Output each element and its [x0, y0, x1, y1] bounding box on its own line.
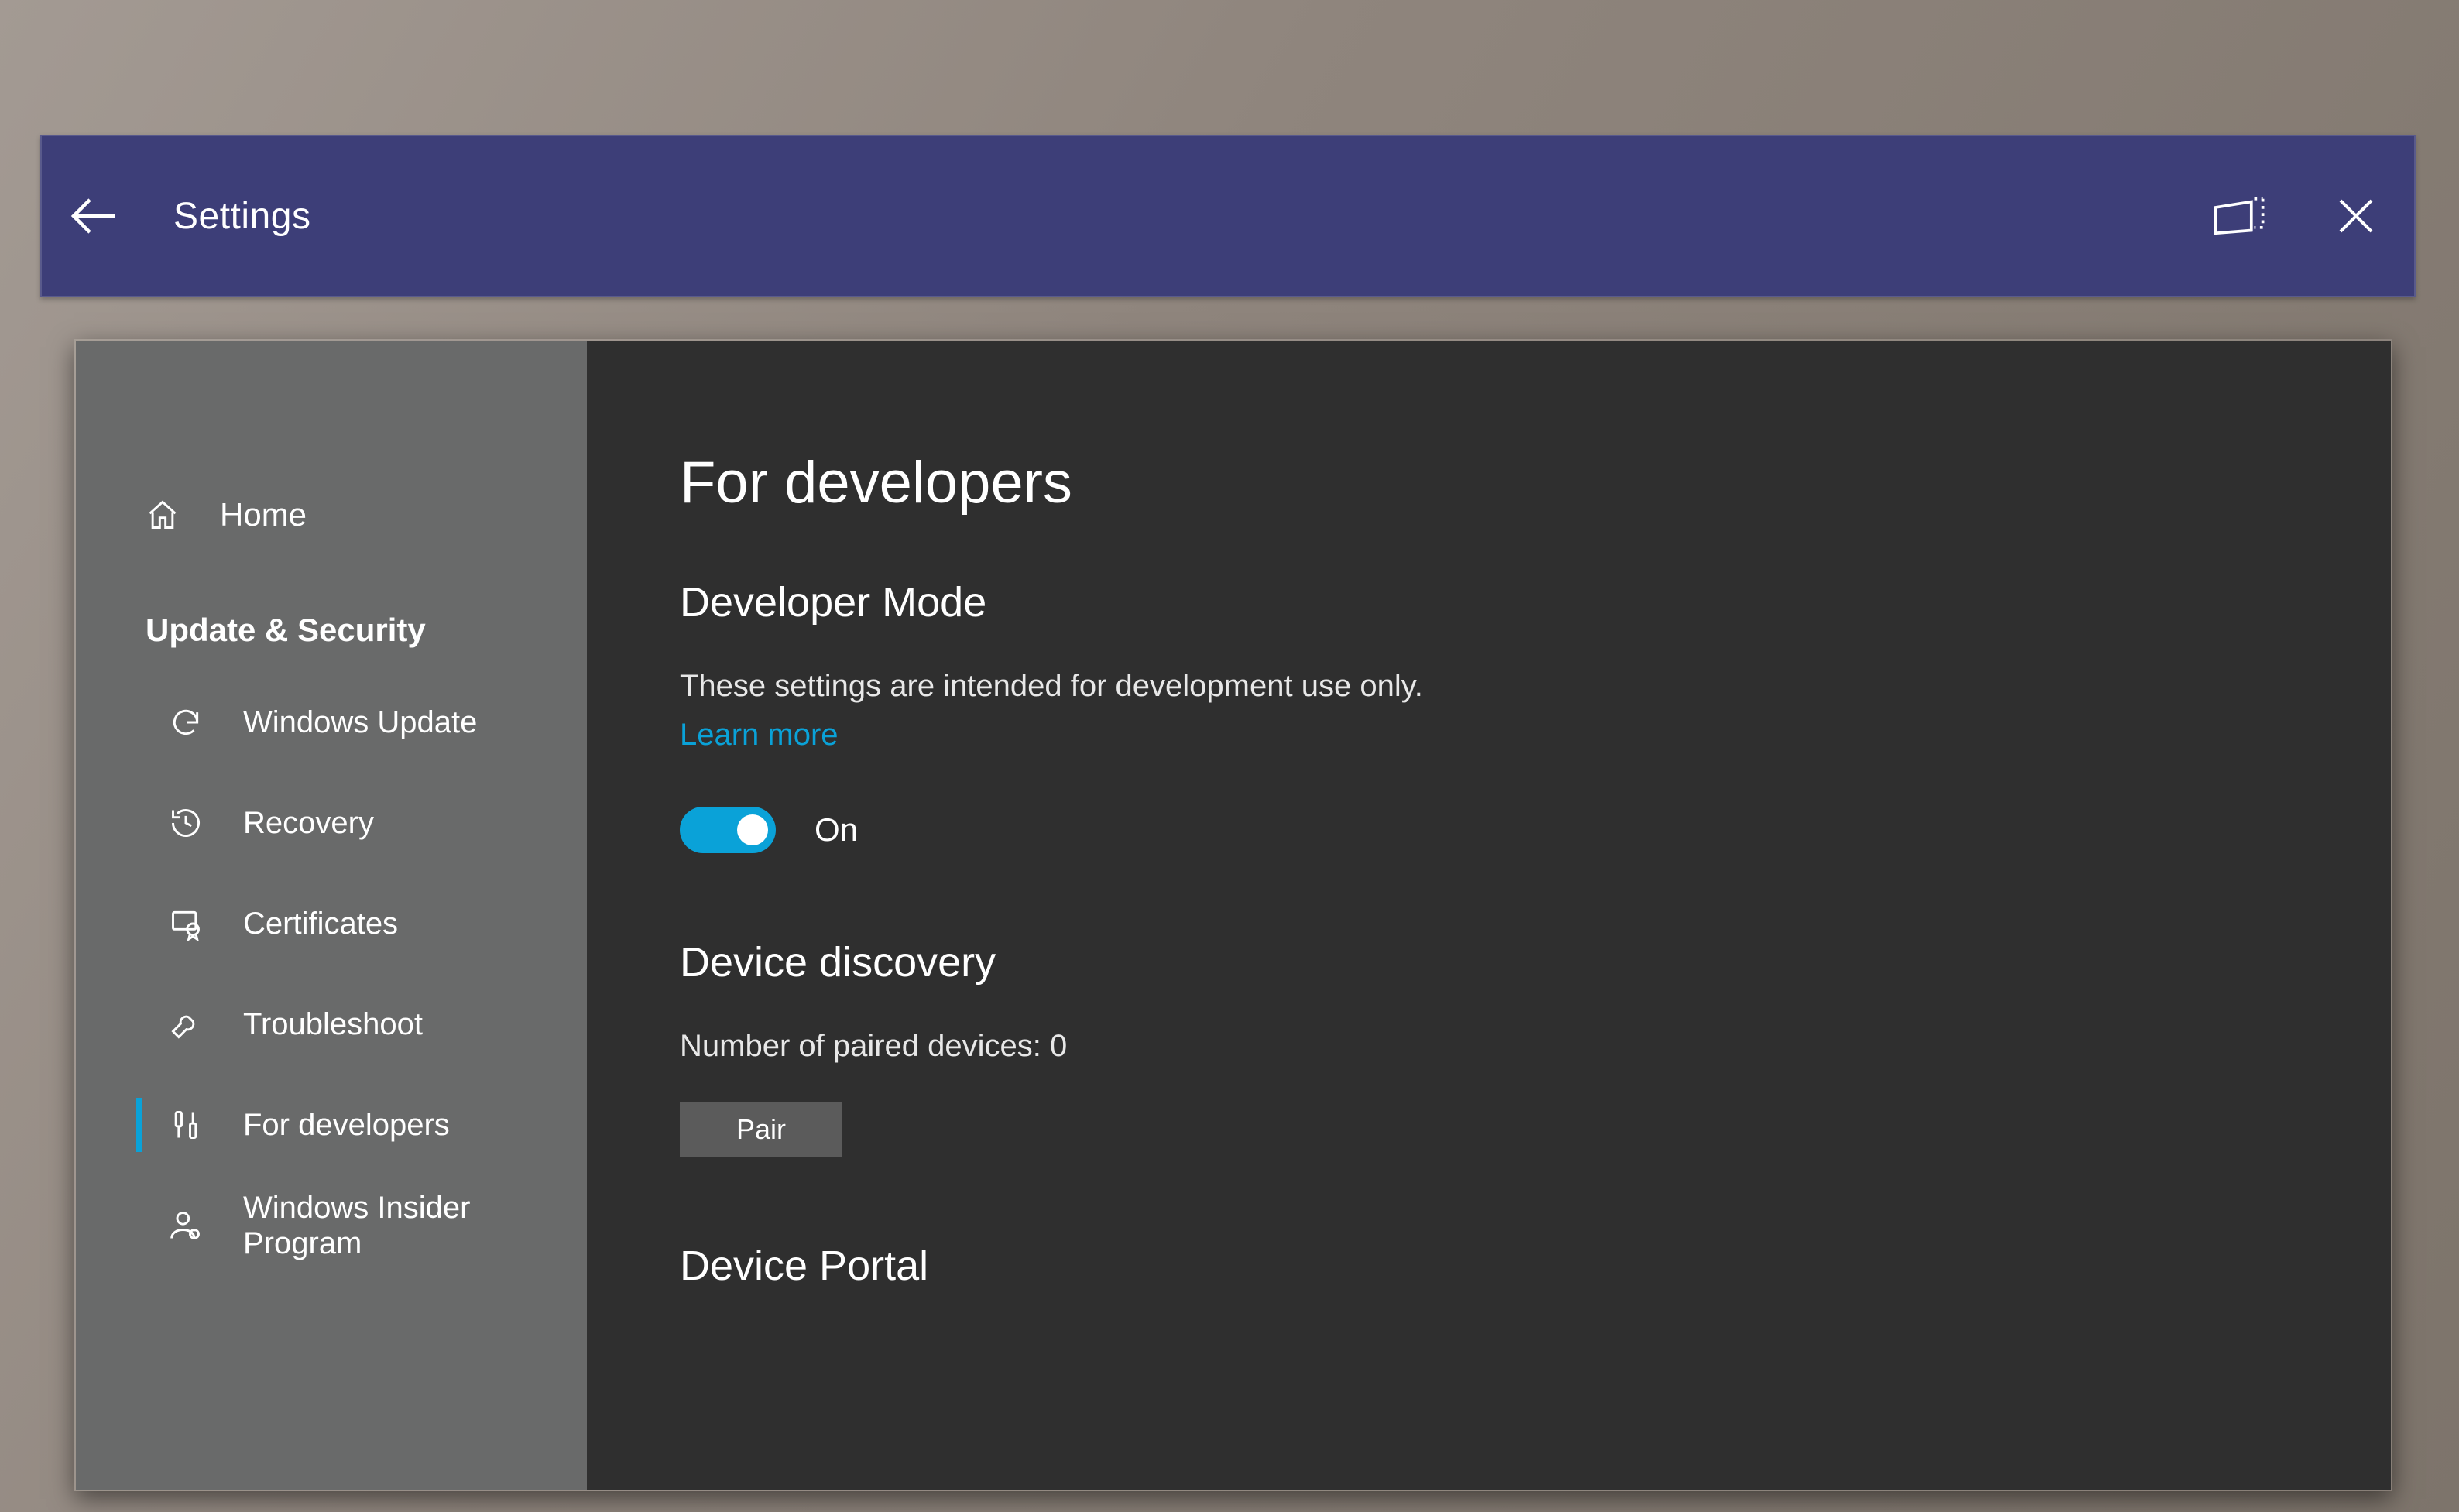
home-icon — [146, 498, 183, 532]
back-button[interactable] — [42, 136, 142, 296]
arrow-left-icon — [64, 188, 120, 244]
developer-mode-toggle[interactable] — [680, 807, 776, 853]
sidebar-home[interactable]: Home — [76, 472, 587, 557]
page-title: For developers — [680, 449, 2391, 516]
sidebar-item-certificates[interactable]: Certificates — [76, 873, 587, 974]
resize-button[interactable] — [2182, 136, 2298, 296]
sidebar-item-label: For developers — [243, 1107, 450, 1143]
wrench-icon — [167, 1007, 204, 1041]
history-icon — [167, 806, 204, 840]
sidebar-category: Update & Security — [76, 557, 587, 672]
certificate-icon — [167, 907, 204, 941]
content-pane: For developers Developer Mode These sett… — [587, 341, 2391, 1490]
sidebar-item-label: Windows Update — [243, 705, 477, 740]
sidebar-item-label: Recovery — [243, 805, 374, 841]
developer-mode-heading: Developer Mode — [680, 578, 2391, 626]
titlebar-title: Settings — [173, 195, 310, 238]
sidebar-item-label: Certificates — [243, 906, 398, 941]
sidebar-item-label: Troubleshoot — [243, 1006, 423, 1042]
sidebar-item-label: Windows Insider Program — [243, 1190, 470, 1261]
sidebar-item-for-developers[interactable]: For developers — [76, 1075, 587, 1175]
settings-window: Home Update & Security Windows Update — [74, 339, 2392, 1491]
developer-mode-section: Developer Mode These settings are intend… — [680, 578, 2391, 853]
sidebar: Home Update & Security Windows Update — [76, 341, 587, 1490]
insider-icon — [167, 1209, 204, 1243]
device-discovery-heading: Device discovery — [680, 938, 2391, 986]
developer-mode-toggle-label: On — [815, 811, 858, 849]
sidebar-item-recovery[interactable]: Recovery — [76, 773, 587, 873]
developer-mode-desc: These settings are intended for developm… — [680, 669, 2391, 704]
close-button[interactable] — [2298, 136, 2414, 296]
learn-more-link[interactable]: Learn more — [680, 718, 839, 753]
device-discovery-section: Device discovery Number of paired device… — [680, 938, 2391, 1157]
developer-mode-toggle-row: On — [680, 807, 2391, 853]
sidebar-home-label: Home — [220, 496, 307, 533]
sidebar-item-troubleshoot[interactable]: Troubleshoot — [76, 974, 587, 1075]
developer-icon — [167, 1108, 204, 1142]
titlebar: Settings — [40, 135, 2416, 297]
device-portal-section: Device Portal — [680, 1242, 2391, 1290]
toggle-knob — [737, 814, 768, 845]
device-portal-heading: Device Portal — [680, 1242, 2391, 1290]
paired-devices-count: Number of paired devices: 0 — [680, 1029, 2391, 1064]
sync-icon — [167, 705, 204, 739]
close-icon — [2333, 193, 2379, 239]
sidebar-item-windows-insider[interactable]: Windows Insider Program — [76, 1175, 587, 1276]
resize-icon — [2211, 193, 2269, 239]
pair-button[interactable]: Pair — [680, 1102, 842, 1157]
sidebar-item-windows-update[interactable]: Windows Update — [76, 672, 587, 773]
